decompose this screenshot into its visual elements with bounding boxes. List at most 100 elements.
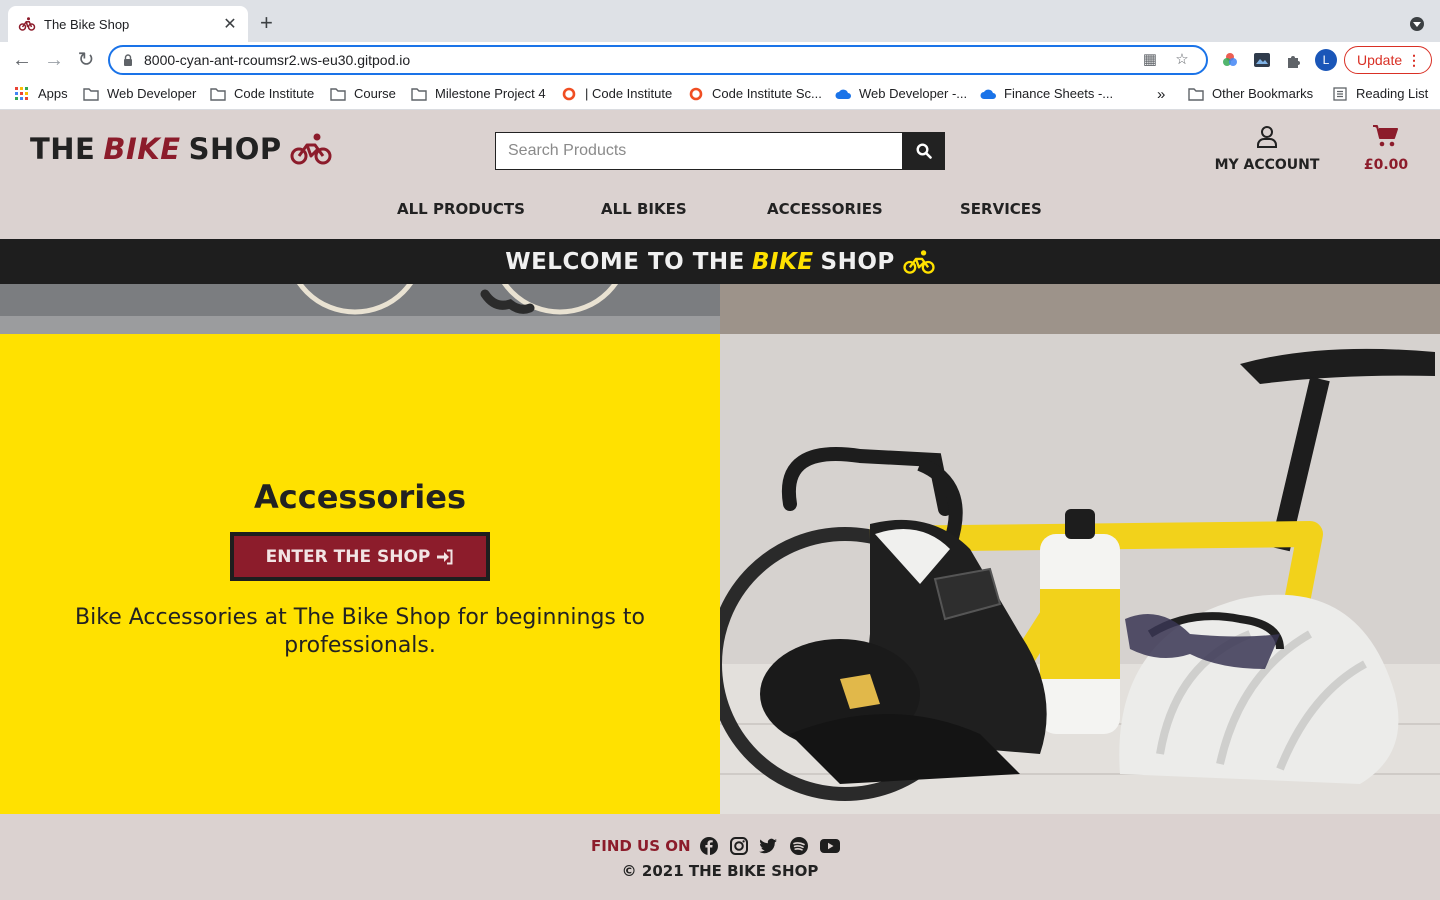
apps-grid-icon	[15, 86, 28, 100]
bookmark-label: Code Institute	[234, 86, 315, 101]
bookmark-code-institute-sc[interactable]: Code Institute Sc...	[688, 86, 822, 101]
folder-icon	[210, 87, 226, 101]
tab-search-icon[interactable]	[1410, 17, 1424, 31]
folder-icon	[330, 87, 346, 101]
site-header: THE BIKE SHOP MY ACCOUNT	[0, 110, 1440, 239]
bookmark-label: Apps	[38, 86, 68, 101]
nav-all-bikes[interactable]: ALL BIKES	[601, 200, 687, 218]
bookmark-label: Course	[354, 86, 396, 101]
nav-services[interactable]: SERVICES	[960, 200, 1042, 218]
accessories-title: Accessories	[254, 478, 466, 516]
bookmark-label: Reading List	[1356, 86, 1429, 101]
site-footer: FIND US ON © 2021 THE BIKE SHOP	[0, 814, 1440, 900]
bike-favicon-icon	[18, 17, 36, 31]
search-icon	[916, 143, 932, 159]
bookmark-web-developer[interactable]: Web Developer	[83, 86, 196, 101]
shopping-cart-icon	[1373, 125, 1398, 147]
bookmark-finance-sheets[interactable]: Finance Sheets -...	[980, 86, 1113, 101]
cyclist-icon	[290, 133, 332, 165]
my-account-label: MY ACCOUNT	[1214, 157, 1320, 173]
welcome-shop-text: SHOP	[820, 248, 895, 275]
enter-shop-label: ENTER THE SHOP	[265, 546, 431, 567]
spotify-icon[interactable]	[789, 836, 809, 856]
bookmark-label: Code Institute Sc...	[712, 86, 822, 101]
sign-in-icon	[437, 549, 453, 564]
screenshot-extension-icon[interactable]	[1253, 51, 1271, 69]
bookmark-label: Milestone Project 4	[435, 86, 546, 101]
welcome-bike-text: BIKE	[751, 248, 814, 275]
welcome-banner: WELCOME TO THE BIKE SHOP	[0, 239, 1440, 284]
main-nav: ALL PRODUCTS ALL BIKES ACCESSORIES SERVI…	[0, 200, 1440, 222]
forward-arrow-icon[interactable]: →	[42, 48, 66, 72]
update-label: Update	[1357, 52, 1403, 68]
tab-title: The Bike Shop	[44, 16, 130, 32]
accessories-description: Bike Accessories at The Bike Shop for be…	[75, 605, 645, 658]
facebook-icon[interactable]	[699, 836, 719, 856]
bookmark-apps[interactable]: Apps	[14, 86, 68, 101]
profile-avatar[interactable]: L	[1315, 49, 1337, 71]
bookmark-label: Web Developer -...	[859, 86, 968, 101]
qr-code-icon[interactable]: ▦	[1142, 52, 1158, 68]
logo-text-shop: SHOP	[188, 132, 282, 166]
ring-icon	[562, 87, 576, 100]
bookmark-label: Finance Sheets -...	[1004, 86, 1114, 101]
browser-tabstrip: The Bike Shop ✕ +	[0, 0, 1440, 42]
browser-tab[interactable]: The Bike Shop ✕	[8, 6, 248, 42]
extensions-puzzle-icon[interactable]	[1285, 51, 1303, 69]
new-tab-icon[interactable]: +	[260, 12, 273, 34]
cart-link[interactable]: £0.00	[1356, 124, 1416, 173]
bookmark-label: | Code Institute	[585, 86, 673, 101]
cyclist-icon	[903, 249, 935, 274]
folder-icon	[1188, 87, 1204, 101]
nav-all-products[interactable]: ALL PRODUCTS	[397, 200, 525, 218]
youtube-icon[interactable]	[819, 836, 841, 856]
bookmark-star-icon[interactable]: ☆	[1174, 52, 1190, 68]
update-button[interactable]: Update ⋮	[1344, 46, 1432, 74]
ring-icon	[689, 87, 703, 100]
back-arrow-icon[interactable]: ←	[10, 48, 34, 72]
overflow-label: »	[1157, 86, 1166, 103]
search-bar	[495, 132, 945, 170]
bookmark-reading-list[interactable]: Reading List	[1332, 86, 1428, 101]
site-logo[interactable]: THE BIKE SHOP	[30, 132, 332, 166]
bookmark-label: Web Developer	[107, 86, 197, 101]
logo-text-the: THE	[30, 132, 96, 166]
user-icon	[1257, 126, 1277, 148]
bike-wheels-image	[0, 284, 720, 334]
url-text: 8000-cyan-ant-rcoumsr2.ws-eu30.gitpod.io	[144, 52, 411, 68]
twitter-icon[interactable]	[758, 836, 778, 856]
reading-list-icon	[1333, 86, 1347, 101]
reload-icon[interactable]: ↻	[74, 48, 98, 72]
search-button[interactable]	[903, 132, 945, 170]
bookmarks-overflow-icon[interactable]: »	[1157, 86, 1165, 103]
bookmark-code-institute[interactable]: Code Institute	[210, 86, 314, 101]
lock-icon	[124, 54, 132, 66]
close-tab-icon[interactable]: ✕	[222, 14, 238, 34]
welcome-text: WELCOME TO THE	[505, 248, 745, 275]
cloud-icon	[835, 89, 851, 99]
my-account-link[interactable]: MY ACCOUNT	[1212, 124, 1322, 173]
photo-strip-right	[720, 284, 1440, 334]
nav-accessories[interactable]: ACCESSORIES	[767, 200, 883, 218]
bookmark-web-developer-cloud[interactable]: Web Developer -...	[835, 86, 967, 101]
accessories-panel: Accessories ENTER THE SHOP Bike Accessor…	[0, 334, 720, 814]
find-us-label: FIND US ON	[591, 837, 691, 855]
logo-text-bike: BIKE	[103, 132, 181, 166]
bookmark-milestone-project[interactable]: Milestone Project 4	[411, 86, 546, 101]
color-picker-extension-icon[interactable]	[1221, 51, 1239, 69]
bike-accessories-image	[720, 334, 1440, 814]
bookmark-code-institute-site[interactable]: | Code Institute	[561, 86, 672, 101]
kebab-menu-icon: ⋮	[1407, 52, 1421, 68]
bookmark-course[interactable]: Course	[330, 86, 396, 101]
bookmark-other-bookmarks[interactable]: Other Bookmarks	[1188, 86, 1313, 101]
bookmarks-bar: Apps Web Developer Code Institute Course…	[0, 78, 1440, 110]
search-input[interactable]	[495, 132, 903, 170]
accessories-photo	[720, 334, 1440, 814]
bikes-photo-strip	[0, 284, 720, 334]
address-bar[interactable]: 8000-cyan-ant-rcoumsr2.ws-eu30.gitpod.io…	[108, 45, 1208, 75]
browser-toolbar: ← → ↻ 8000-cyan-ant-rcoumsr2.ws-eu30.git…	[0, 42, 1440, 78]
cart-total: £0.00	[1363, 157, 1409, 173]
copyright-text: © 2021 THE BIKE SHOP	[621, 862, 819, 880]
instagram-icon[interactable]	[729, 836, 749, 856]
enter-shop-button[interactable]: ENTER THE SHOP	[230, 532, 490, 581]
